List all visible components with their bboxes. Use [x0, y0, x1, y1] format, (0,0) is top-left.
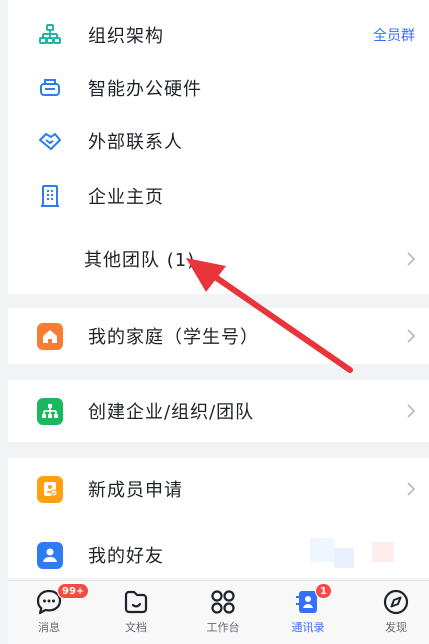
contacts-badge: 1 — [315, 583, 332, 599]
annotation-arrow-icon — [186, 258, 353, 373]
document-folder-icon — [124, 590, 148, 614]
tab-label: 工作台 — [206, 621, 240, 634]
tab-messages[interactable]: 99+ 消息 — [19, 581, 90, 644]
tab-label: 通讯录 — [291, 621, 325, 634]
tab-contacts[interactable]: 1 通讯录 — [278, 581, 338, 644]
tab-discover[interactable]: 发现 — [366, 581, 426, 644]
grid-apps-icon — [211, 590, 235, 614]
tab-label: 发现 — [385, 621, 407, 634]
bottom-tab-bar: 99+ 消息 文档 工作台 1 通讯录 发现 — [8, 580, 429, 644]
tab-label: 文档 — [125, 621, 147, 634]
compass-icon — [383, 589, 409, 615]
tab-documents[interactable]: 文档 — [106, 581, 166, 644]
messages-badge: 99+ — [57, 583, 90, 599]
tab-workbench[interactable]: 工作台 — [193, 581, 253, 644]
tab-label: 消息 — [38, 621, 60, 634]
